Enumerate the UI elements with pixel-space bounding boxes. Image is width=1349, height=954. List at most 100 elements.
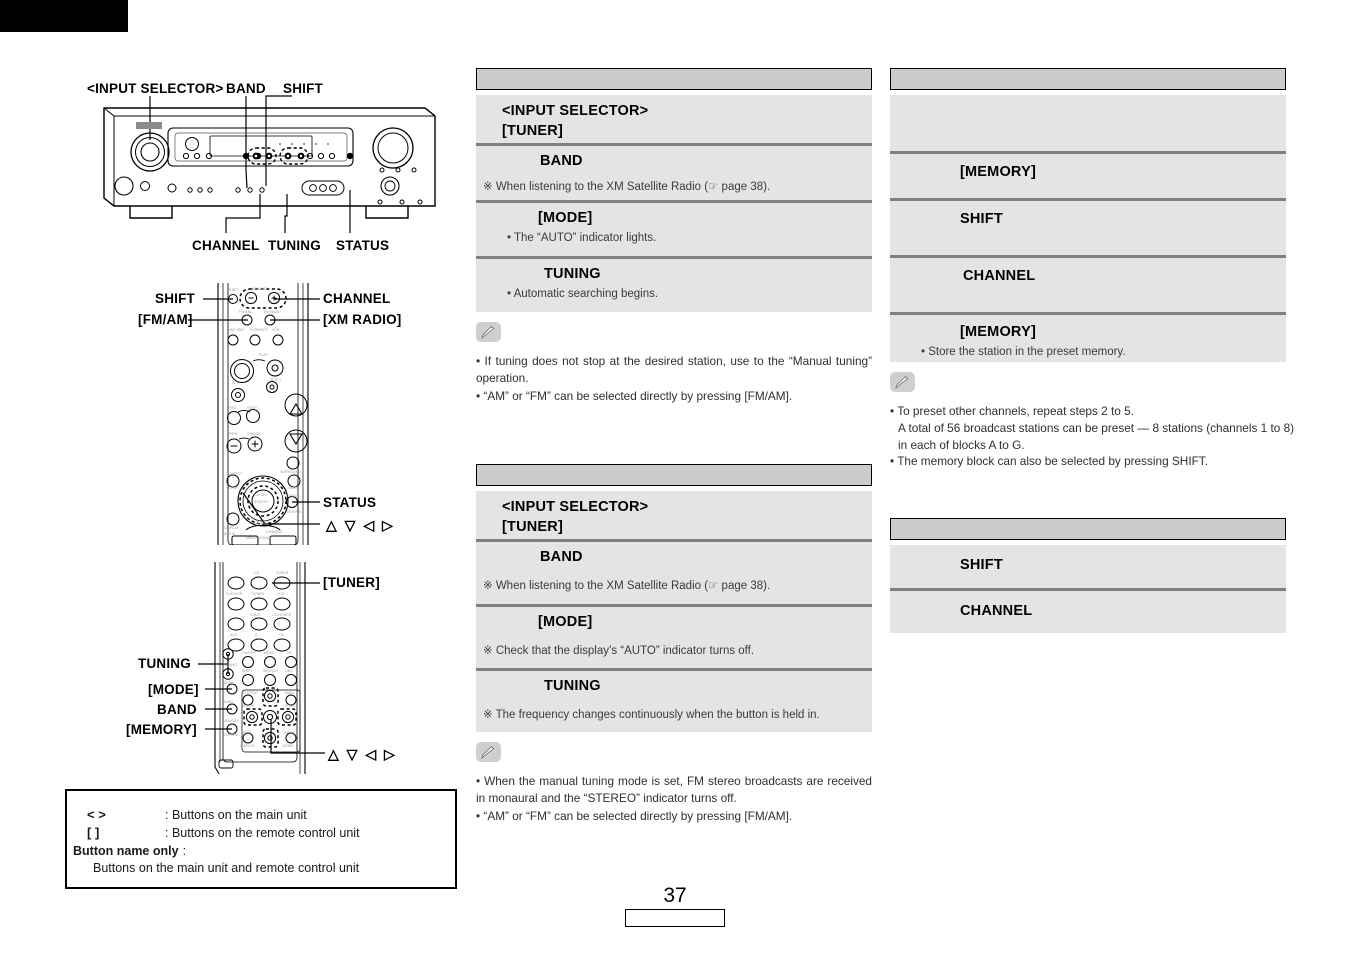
- legend-row: Buttons on the main unit and remote cont…: [67, 861, 455, 875]
- main-unit-diagram: <INPUT SELECTOR> BAND SHIFT CHANNEL TUNI…: [80, 78, 460, 258]
- note-line: • “AM” or “FM” can be selected directly …: [476, 808, 793, 823]
- steps-panel-manual-tuning: <INPUT SELECTOR> [TUNER] BAND ※ When lis…: [476, 491, 872, 732]
- step-title: CHANNEL: [963, 268, 1036, 284]
- svg-text:GUIDE: GUIDE: [288, 486, 300, 490]
- svg-text:STATUS: STATUS: [286, 494, 300, 498]
- note-line: A total of 56 broadcast stations can be …: [898, 420, 1295, 452]
- footer-box: [625, 909, 725, 927]
- step-title: SHIFT: [960, 211, 1003, 227]
- svg-text:CD: CD: [254, 571, 260, 575]
- legend-key-button-name-only: Button name only: [73, 844, 179, 858]
- note-block-preset-memory: • To preset other channels, repeat steps…: [890, 372, 1294, 470]
- step-title: [MEMORY]: [960, 164, 1036, 180]
- svg-text:SEARCH: SEARCH: [263, 669, 278, 673]
- step-note: • The “AUTO” indicator lights.: [507, 231, 657, 244]
- note-block-manual-tuning: • When the manual tuning mode is set, FM…: [476, 742, 872, 824]
- svg-text:CHANNEL: CHANNEL: [251, 287, 268, 291]
- svg-text:ALT+: ALT+: [232, 381, 240, 385]
- svg-text:SETUP: SETUP: [226, 486, 239, 490]
- step-item[interactable]: TUNING • Automatic searching begins.: [476, 256, 872, 312]
- svg-text:BAND: BAND: [223, 700, 233, 704]
- svg-text:MODE: MODE: [283, 744, 294, 748]
- remote-upper-diagram: SHIFT [FM/AM] CHANNEL [XM RADIO] STATUS …: [120, 283, 440, 545]
- step-item[interactable]: [MODE] • The “AUTO” indicator lights.: [476, 200, 872, 256]
- steps-panel-preset-memory: [MEMORY] SHIFT CHANNEL [MEMORY] • Store …: [890, 95, 1286, 362]
- legend-row: [ ] : Buttons on the remote control unit: [67, 825, 455, 840]
- svg-text:TV/DIRECT: TV/DIRECT: [249, 328, 269, 332]
- svg-text:CD-R/TAPE: CD-R/TAPE: [272, 613, 292, 617]
- step-item[interactable]: [MODE] ※ Check that the display’s “AUTO”…: [476, 604, 872, 668]
- step-item[interactable]: BAND ※ When listening to the XM Satellit…: [476, 539, 872, 604]
- step-item[interactable]: [MEMORY] • Store the station in the pres…: [890, 312, 1286, 362]
- section-manual-tuning: <INPUT SELECTOR> [TUNER] BAND ※ When lis…: [476, 464, 872, 824]
- svg-text:CH/DISC: CH/DISC: [247, 432, 262, 436]
- step-item[interactable]: [MEMORY]: [890, 151, 1286, 198]
- svg-text:FM/AM: FM/AM: [239, 310, 251, 314]
- svg-text:ON/AUD: ON/AUD: [254, 521, 268, 525]
- svg-text:SYSTEM: SYSTEM: [223, 733, 238, 737]
- step-title: BAND: [540, 153, 583, 169]
- svg-text:REW: REW: [229, 432, 238, 436]
- svg-text:SHIFT: SHIFT: [228, 288, 239, 292]
- svg-text:ZONE: ZONE: [285, 704, 296, 708]
- svg-text:MENU/SOUND: MENU/SOUND: [246, 536, 271, 540]
- svg-text:SYSTEM: SYSTEM: [242, 691, 257, 695]
- svg-text:V.AUX: V.AUX: [250, 613, 261, 617]
- section-preset-memory: [MEMORY] SHIFT CHANNEL [MEMORY] • Store …: [890, 68, 1294, 470]
- pencil-icon: [476, 322, 501, 342]
- svg-text:AUX: AUX: [230, 633, 238, 637]
- svg-text:DISPLAY: DISPLAY: [240, 744, 256, 748]
- svg-text:MEMORY: MEMORY: [223, 719, 240, 723]
- step-note: ※ When listening to the XM Satellite Rad…: [483, 180, 771, 193]
- note-line: • When the manual tuning mode is set, FM…: [476, 774, 872, 805]
- section-header-bar-preset-recall: [890, 518, 1286, 540]
- step-item[interactable]: TUNING ※ The frequency changes continuou…: [476, 668, 872, 732]
- legend-text-remote-unit: : Buttons on the remote control unit: [165, 826, 360, 840]
- steps-panel-auto-tuning: <INPUT SELECTOR> [TUNER] BAND ※ When lis…: [476, 95, 872, 312]
- legend-text-main-unit: : Buttons on the main unit: [165, 808, 307, 822]
- step-note: ※ When listening to the XM Satellite Rad…: [483, 579, 771, 592]
- section-auto-tuning: <INPUT SELECTOR> [TUNER] BAND ※ When lis…: [476, 68, 872, 404]
- note-block-auto-tuning: • If tuning does not stop at the desired…: [476, 322, 872, 404]
- step-item[interactable]: [890, 95, 1286, 151]
- step-title: [MEMORY]: [960, 324, 1036, 340]
- note-line: • The memory block can also be selected …: [890, 454, 1208, 469]
- svg-text:ON/OFF: ON/OFF: [242, 651, 256, 655]
- svg-text:DISPLAY: DISPLAY: [224, 526, 240, 530]
- svg-text:TUNER: TUNER: [276, 571, 289, 575]
- step-title: [MODE]: [538, 614, 593, 630]
- pencil-icon: [890, 372, 915, 392]
- svg-text:STOP: STOP: [247, 406, 257, 410]
- step-item[interactable]: <INPUT SELECTOR> [TUNER]: [476, 95, 872, 143]
- svg-text:SHIFT: SHIFT: [242, 669, 253, 673]
- remote-lower-diagram: [TUNER] TUNING [MODE] BAND [MEMORY] △ ▽ …: [120, 562, 440, 774]
- steps-panel-preset-recall: SHIFT CHANNEL: [890, 545, 1286, 633]
- step-item[interactable]: CHANNEL: [890, 255, 1286, 312]
- step-item[interactable]: BAND ※ When listening to the XM Satellit…: [476, 143, 872, 200]
- step-title: [MODE]: [538, 210, 593, 226]
- legend-colon: :: [182, 844, 187, 858]
- svg-text:PLAY: PLAY: [259, 353, 269, 357]
- section-header-bar-preset-memory: [890, 68, 1286, 90]
- step-title: TUNING: [544, 678, 601, 694]
- svg-text:VCR: VCR: [272, 328, 280, 332]
- svg-text:V.DIRECT: V.DIRECT: [226, 472, 243, 476]
- svg-text:TEST: TEST: [242, 731, 252, 735]
- step-title: CHANNEL: [960, 603, 1033, 619]
- note-line: • “AM” or “FM” can be selected directly …: [476, 388, 793, 403]
- svg-text:CH SEL: CH SEL: [254, 493, 267, 497]
- svg-text:DBS: DBS: [285, 669, 293, 673]
- step-title: TUNING: [544, 266, 601, 282]
- step-item[interactable]: SHIFT: [890, 198, 1286, 255]
- svg-text:DISC SKIP: DISC SKIP: [227, 328, 245, 332]
- svg-text:VCR: VCR: [277, 592, 285, 596]
- legend-key-main-unit: < >: [87, 807, 106, 822]
- svg-text:MENU: MENU: [264, 651, 275, 655]
- svg-text:RETURN: RETURN: [286, 510, 301, 514]
- step-item[interactable]: <INPUT SELECTOR> [TUNER]: [476, 491, 872, 539]
- page-number: 37: [663, 884, 687, 907]
- step-item[interactable]: SHIFT: [890, 545, 1286, 588]
- svg-text:SURROUND: SURROUND: [280, 470, 301, 474]
- step-item[interactable]: CHANNEL: [890, 588, 1286, 633]
- remote-lower-artwork: CD TUNER DVD/VCR TV/DBS VCR V.AUX CD-R/T…: [198, 562, 325, 774]
